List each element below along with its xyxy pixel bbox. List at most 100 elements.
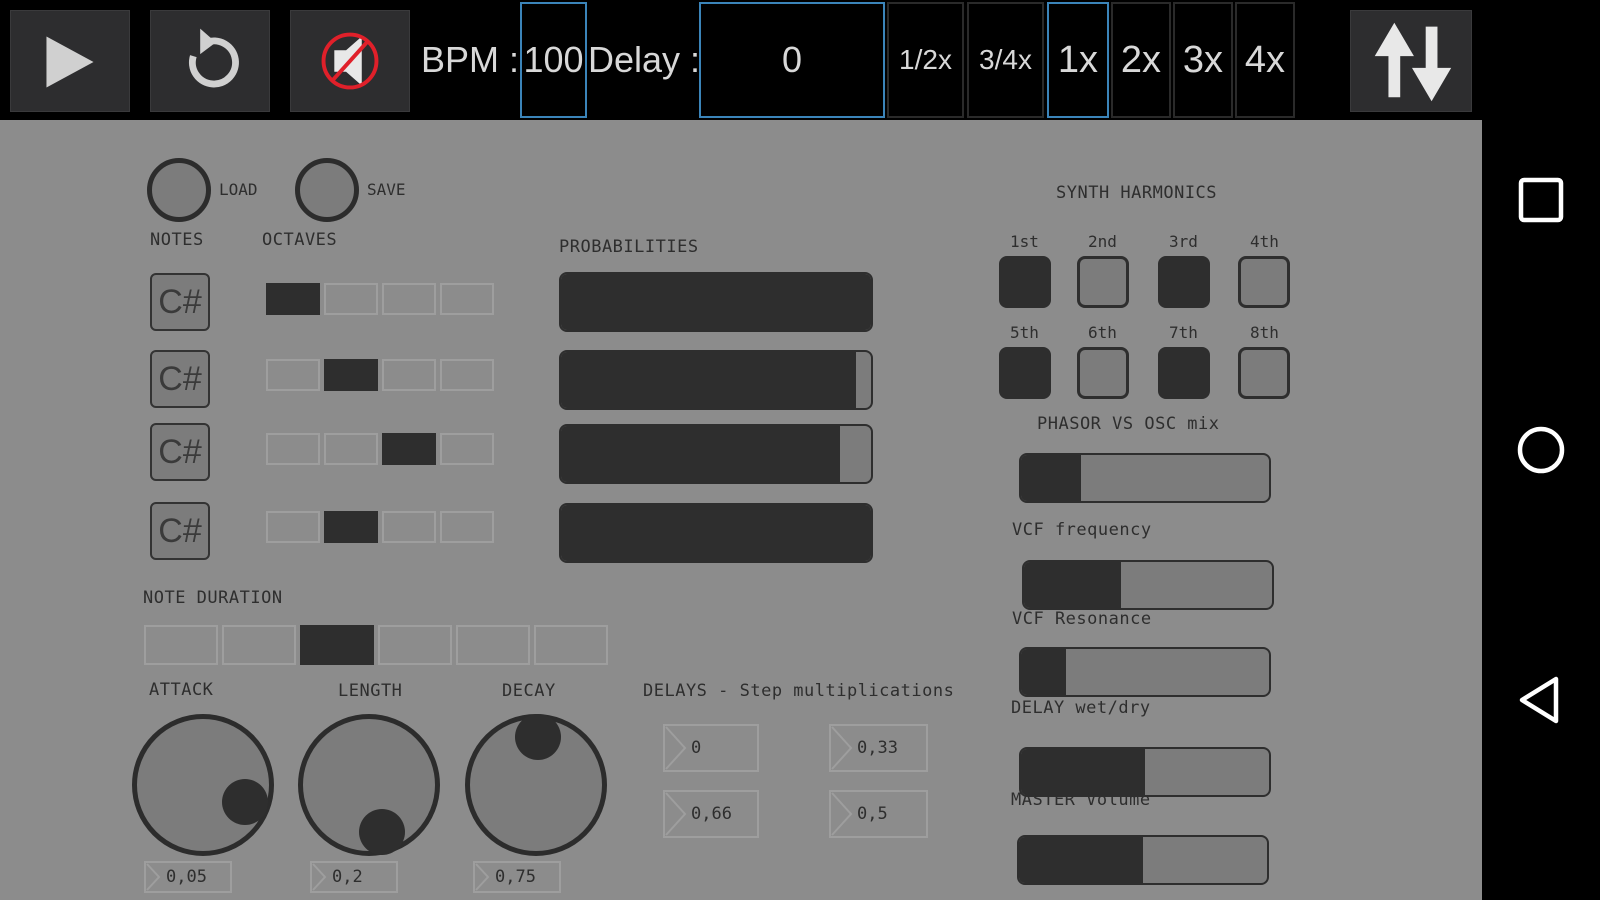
octave-cell-3[interactable] (382, 283, 436, 315)
probability-slider-3[interactable] (559, 424, 873, 484)
duration-cell-6[interactable] (534, 625, 608, 665)
multiplier-half-button[interactable]: 1/2x (887, 2, 964, 118)
probability-slider-4[interactable] (559, 503, 873, 563)
delay-input[interactable]: 0 (699, 2, 885, 118)
octave-cell-1[interactable] (266, 433, 320, 465)
length-knob[interactable] (298, 714, 440, 856)
probability-fill (561, 426, 840, 482)
duration-cell-3[interactable] (300, 625, 374, 665)
back-button[interactable] (1512, 671, 1570, 729)
multiplier-3x-button[interactable]: 3x (1173, 2, 1233, 118)
delay-wet-dry-label: DELAY wet/dry (1011, 698, 1151, 718)
synth-harmonics-label: SYNTH HARMONICS (1056, 183, 1218, 203)
load-label: LOAD (219, 180, 258, 199)
home-button[interactable] (1512, 421, 1570, 479)
phasor-mix-fill (1021, 455, 1081, 501)
phasor-mix-slider[interactable] (1019, 453, 1271, 503)
octave-cell-4[interactable] (440, 511, 494, 543)
delays-label: DELAYS - Step multiplications (643, 681, 955, 701)
master-volume-label: MASTER Volume (1011, 790, 1151, 810)
swap-button[interactable] (1350, 10, 1472, 112)
octave-cell-2[interactable] (324, 433, 378, 465)
delay-wet-dry-fill (1021, 749, 1145, 795)
master-volume-slider[interactable] (1017, 835, 1269, 885)
delay-step-4-value: 0,5 (857, 804, 888, 824)
octave-row-3 (266, 433, 494, 465)
number-box-flag-icon (665, 792, 687, 836)
harmonic-toggle-2[interactable] (1077, 256, 1129, 308)
octave-cell-4[interactable] (440, 283, 494, 315)
note-duration-row (144, 625, 608, 665)
harmonic-toggle-6[interactable] (1077, 347, 1129, 399)
play-button[interactable] (10, 10, 130, 112)
duration-cell-1[interactable] (144, 625, 218, 665)
mute-button[interactable] (290, 10, 410, 112)
save-button[interactable] (295, 158, 359, 222)
octave-cell-1[interactable] (266, 283, 320, 315)
delay-step-4-field[interactable]: 0,5 (829, 790, 928, 838)
probability-slider-1[interactable] (559, 272, 873, 332)
octave-row-1 (266, 283, 494, 315)
number-box-flag-icon (475, 863, 490, 891)
square-icon (1518, 177, 1564, 223)
multiplier-1x-button[interactable]: 1x (1047, 2, 1109, 118)
octave-cell-1[interactable] (266, 511, 320, 543)
octave-cell-3[interactable] (382, 359, 436, 391)
harmonic-toggle-4[interactable] (1238, 256, 1290, 308)
octave-cell-2[interactable] (324, 283, 378, 315)
bpm-input[interactable]: 100 (520, 2, 587, 118)
octave-cell-2[interactable] (324, 359, 378, 391)
multiplier-three-quarter-button[interactable]: 3/4x (967, 2, 1044, 118)
harmonic-toggle-3[interactable] (1158, 256, 1210, 308)
note-button-3[interactable]: C# (150, 423, 210, 481)
system-navigation-bar (1482, 0, 1600, 900)
note-button-2[interactable]: C# (150, 350, 210, 408)
note-duration-label: NOTE DURATION (143, 588, 283, 608)
harmonic-label-1: 1st (1010, 232, 1039, 251)
play-icon (46, 36, 94, 88)
duration-cell-5[interactable] (456, 625, 530, 665)
bpm-label: BPM : (421, 39, 520, 80)
notes-label: NOTES (150, 230, 204, 250)
octave-cell-1[interactable] (266, 359, 320, 391)
decay-value-field[interactable]: 0,75 (473, 861, 561, 893)
delay-step-2-value: 0,33 (857, 738, 898, 758)
octave-cell-2[interactable] (324, 511, 378, 543)
number-box-flag-icon (831, 792, 853, 836)
note-button-1[interactable]: C# (150, 273, 210, 331)
harmonic-toggle-5[interactable] (999, 347, 1051, 399)
probability-fill (561, 505, 871, 561)
octave-cell-4[interactable] (440, 359, 494, 391)
recents-button[interactable] (1512, 171, 1570, 229)
octave-cell-3[interactable] (382, 511, 436, 543)
note-button-4[interactable]: C# (150, 502, 210, 560)
harmonic-toggle-7[interactable] (1158, 347, 1210, 399)
octave-cell-3[interactable] (382, 433, 436, 465)
duration-cell-4[interactable] (378, 625, 452, 665)
length-value-field[interactable]: 0,2 (310, 861, 398, 893)
harmonic-label-2: 2nd (1088, 232, 1117, 251)
decay-knob[interactable] (465, 714, 607, 856)
duration-cell-2[interactable] (222, 625, 296, 665)
harmonic-toggle-8[interactable] (1238, 347, 1290, 399)
probability-slider-2[interactable] (559, 350, 873, 410)
octave-row-4 (266, 511, 494, 543)
octave-cell-4[interactable] (440, 433, 494, 465)
vcf-resonance-slider[interactable] (1019, 647, 1271, 697)
multiplier-4x-button[interactable]: 4x (1235, 2, 1295, 118)
circle-icon (1517, 426, 1565, 474)
attack-value-field[interactable]: 0,05 (144, 861, 232, 893)
attack-knob[interactable] (132, 714, 274, 856)
harmonic-toggle-1[interactable] (999, 256, 1051, 308)
refresh-icon (188, 28, 239, 88)
decay-label: DECAY (502, 681, 556, 701)
multiplier-2x-button[interactable]: 2x (1111, 2, 1171, 118)
reset-button[interactable] (150, 10, 270, 112)
delay-step-1-field[interactable]: 0 (663, 724, 759, 772)
load-button[interactable] (147, 158, 211, 222)
save-label: SAVE (367, 180, 406, 199)
decay-value: 0,75 (495, 867, 536, 887)
vcf-frequency-slider[interactable] (1022, 560, 1274, 610)
delay-step-3-field[interactable]: 0,66 (663, 790, 759, 838)
delay-step-2-field[interactable]: 0,33 (829, 724, 928, 772)
